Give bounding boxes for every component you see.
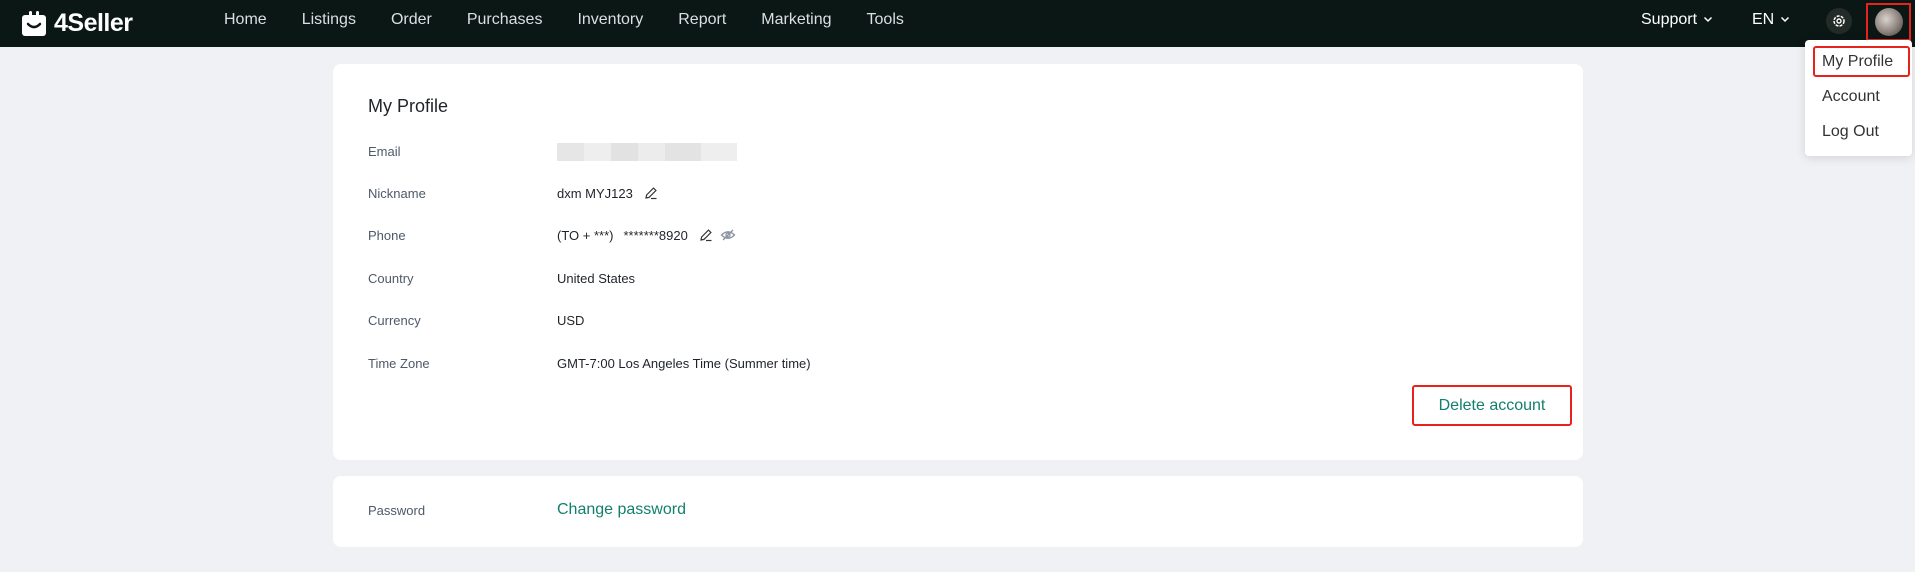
nav-item-order[interactable]: Order: [391, 0, 432, 40]
nav-item-listings[interactable]: Listings: [302, 0, 356, 40]
nav-item-inventory[interactable]: Inventory: [577, 0, 643, 40]
support-label: Support: [1641, 11, 1698, 28]
logo[interactable]: 4Seller: [20, 8, 133, 38]
gear-icon[interactable]: [1826, 8, 1852, 34]
password-label: Password: [368, 503, 426, 518]
menu-item-account[interactable]: Account: [1822, 88, 1880, 106]
email-redacted: [557, 143, 737, 161]
phone-prefix: (TO + ***): [557, 227, 614, 243]
password-card: Password Change password: [333, 476, 1583, 547]
language-selector[interactable]: EN: [1752, 0, 1790, 40]
chevron-down-icon: [1780, 0, 1790, 40]
main-nav: Home Listings Order Purchases Inventory …: [224, 0, 939, 40]
avatar: [1874, 8, 1903, 36]
nav-item-report[interactable]: Report: [678, 0, 726, 40]
country-value: United States: [557, 271, 636, 286]
country-label: Country: [368, 271, 414, 286]
delete-account-label: Delete account: [1438, 396, 1546, 414]
language-label: EN: [1752, 11, 1775, 28]
edit-phone-icon[interactable]: [698, 227, 714, 243]
support-menu[interactable]: Support: [1641, 0, 1713, 40]
email-value: [557, 143, 737, 161]
eye-hidden-icon[interactable]: [720, 227, 736, 243]
nav-item-home[interactable]: Home: [224, 0, 267, 40]
nickname-row: dxm MYJ123: [557, 185, 659, 201]
avatar-button[interactable]: [1866, 3, 1911, 41]
phone-row: (TO + ***) *******8920: [557, 227, 736, 243]
user-dropdown-menu: My Profile Account Log Out: [1805, 40, 1912, 156]
phone-label: Phone: [368, 228, 406, 243]
currency-value: USD: [557, 313, 585, 328]
top-navigation-bar: 4Seller Home Listings Order Purchases In…: [0, 0, 1915, 47]
nickname-label: Nickname: [368, 186, 426, 201]
chevron-down-icon: [1703, 0, 1713, 40]
shopping-bag-icon: [20, 10, 48, 36]
edit-nickname-icon[interactable]: [643, 185, 659, 201]
nickname-value: dxm MYJ123: [557, 185, 633, 201]
nav-item-purchases[interactable]: Purchases: [467, 0, 543, 40]
timezone-value: GMT-7:00 Los Angeles Time (Summer time): [557, 356, 811, 371]
currency-label: Currency: [368, 313, 421, 328]
phone-value: *******8920: [623, 227, 688, 243]
nav-item-marketing[interactable]: Marketing: [761, 0, 831, 40]
logo-text: 4Seller: [54, 8, 133, 37]
profile-card: My Profile Email Nickname dxm MYJ123 Pho…: [333, 64, 1583, 460]
email-label: Email: [368, 144, 401, 159]
change-password-link[interactable]: Change password: [557, 501, 686, 519]
page-title: My Profile: [368, 96, 449, 116]
timezone-label: Time Zone: [368, 356, 430, 371]
menu-item-my-profile[interactable]: My Profile: [1822, 53, 1893, 71]
menu-item-log-out[interactable]: Log Out: [1822, 123, 1879, 141]
delete-account-button[interactable]: Delete account: [1412, 385, 1572, 426]
nav-item-tools[interactable]: Tools: [867, 0, 904, 40]
